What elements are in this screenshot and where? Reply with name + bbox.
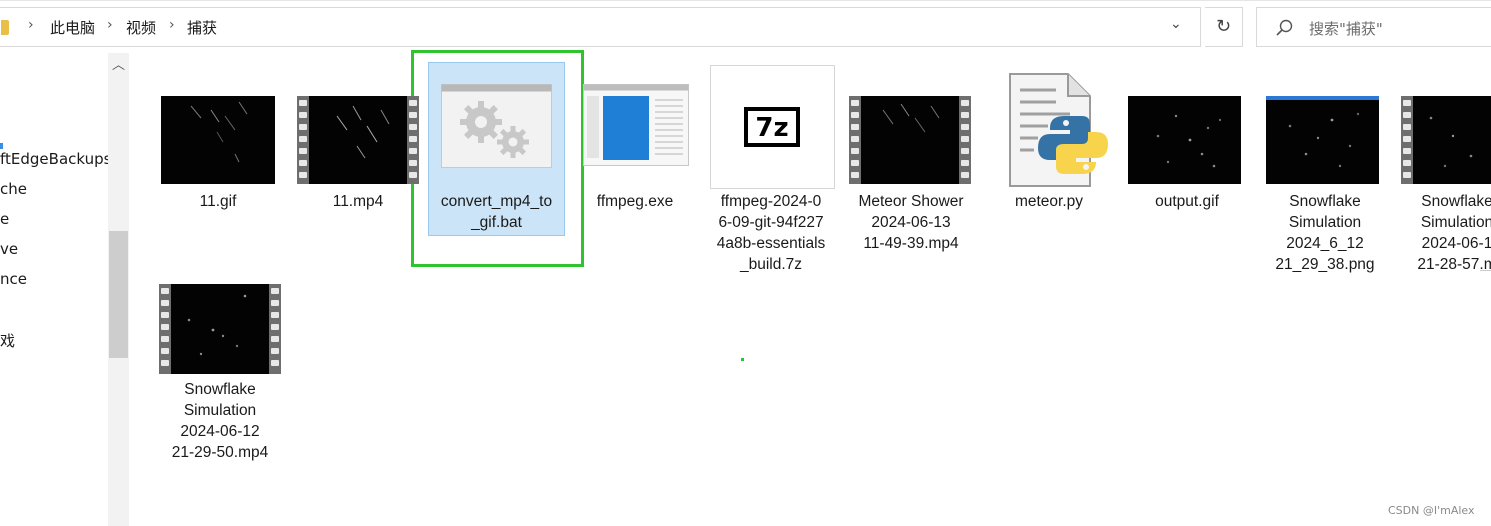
file-name: Meteor Shower 2024-06-13 11-49-39.mp4 [858, 193, 964, 252]
search-icon [1276, 19, 1293, 36]
refresh-icon: ↻ [1215, 16, 1232, 37]
folder-icon [1, 20, 9, 35]
chevron-right-icon[interactable]: › [169, 17, 175, 33]
python-file-icon [1009, 73, 1108, 187]
file-name: output.gif [1155, 193, 1219, 210]
file-name: Snowflake Simulation 2024_6_12 21_29_38.… [1275, 193, 1375, 273]
video-thumbnail [1401, 96, 1491, 184]
file-name: 11.gif [199, 193, 237, 210]
file-name: Snowflake Simulation 2024-06-12 21-29-50… [171, 381, 269, 461]
breadcrumb-videos[interactable]: 视频 [126, 17, 156, 38]
video-thumbnail [159, 284, 281, 374]
search-input[interactable]: 搜索"捕获" [1256, 7, 1491, 47]
address-bar[interactable]: › 此电脑 › 视频 › 捕获 ⌄ [0, 7, 1201, 47]
video-thumbnail [297, 96, 419, 184]
nav-item[interactable]: ve [0, 240, 18, 258]
svg-text:7z: 7z [755, 113, 788, 143]
window-title-strip [1266, 96, 1379, 100]
scroll-up-icon[interactable]: ︿ [108, 53, 129, 79]
film-strip [269, 284, 281, 374]
film-strip [959, 96, 971, 184]
nav-item[interactable]: e [0, 210, 9, 228]
snowflake-dots-icon [187, 294, 247, 356]
file-name: meteor.py [1014, 193, 1084, 210]
meteor-streaks-icon [190, 101, 248, 163]
meteor-streaks-icon [882, 103, 940, 133]
snowflake-dots-icon [1429, 116, 1473, 168]
batch-file-gears-icon [441, 84, 552, 168]
file-name: Snowflake Simulation 2024-06-1 21-28-57.… [1417, 193, 1491, 273]
nav-item[interactable]: ftEdgeBackups [0, 150, 111, 168]
image-thumbnail [1266, 96, 1379, 184]
nav-item[interactable]: nce [0, 270, 27, 288]
chevron-right-icon[interactable]: › [28, 17, 34, 33]
file-explorer-window: › 此电脑 › 视频 › 捕获 ⌄ ↻ 搜索"捕获" ftEdgeBackups… [0, 0, 1491, 526]
meteor-streaks-icon [336, 105, 390, 159]
file-name: ffmpeg-2024-0 6-09-git-94f227 4a8b-essen… [716, 193, 826, 273]
file-name: ffmpeg.exe [596, 193, 674, 210]
nav-item[interactable]: 戏 [0, 330, 15, 351]
nav-item[interactable]: che [0, 180, 27, 198]
partial-border [1480, 270, 1491, 271]
application-window-icon [583, 84, 689, 166]
snowflake-dots-icon [1288, 112, 1360, 168]
breadcrumb-captures[interactable]: 捕获 [187, 17, 217, 38]
file-name: convert_mp4_to _gif.bat [440, 193, 553, 231]
chevron-down-icon[interactable]: ⌄ [1170, 16, 1182, 32]
top-divider [0, 0, 1491, 1]
scrollbar-thumb[interactable] [109, 231, 128, 358]
snowflake-dots-icon [1156, 114, 1222, 168]
gif-thumbnail [1128, 96, 1241, 184]
nav-scrollbar[interactable]: ︿ [108, 53, 129, 526]
stray-dot [741, 358, 744, 361]
refresh-button[interactable]: ↻ [1205, 7, 1243, 47]
file-name: 11.mp4 [332, 193, 384, 210]
film-strip [407, 96, 419, 184]
gif-thumbnail [161, 96, 275, 184]
7z-archive-icon: 7z [710, 65, 835, 189]
breadcrumb-this-pc[interactable]: 此电脑 [50, 17, 95, 38]
chevron-right-icon[interactable]: › [107, 17, 113, 33]
nav-indicator [0, 143, 3, 149]
watermark: CSDN @I'mAlex [1388, 504, 1475, 517]
file-item-snowflake-mp4-partial[interactable]: Snowflake Simulation 2024-06-1 21-28-57.… [1396, 96, 1491, 296]
video-thumbnail [849, 96, 971, 184]
search-placeholder: 搜索"捕获" [1309, 20, 1383, 38]
